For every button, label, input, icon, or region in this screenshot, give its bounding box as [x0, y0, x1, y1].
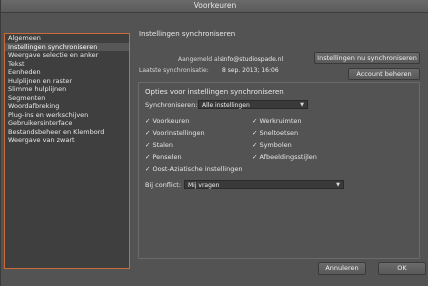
preferences-sidebar: Algemeen Instellingen synchroniseren Wee…: [4, 33, 130, 269]
conflict-select[interactable]: Mij vragen ▼: [184, 180, 344, 189]
sync-options-title: Opties voor instellingen synchroniseren: [145, 88, 284, 96]
sidebar-item-instellingen-synchroniseren[interactable]: Instellingen synchroniseren: [5, 42, 129, 51]
checkbox-penselen[interactable]: ✓ Penselen: [145, 153, 182, 161]
sync-scope-select[interactable]: Alle instellingen ▼: [198, 100, 308, 109]
checkmark-icon: ✓: [252, 141, 258, 149]
checkbox-label: Voorinstellingen: [152, 129, 205, 137]
checkbox-label: Symbolen: [259, 141, 292, 149]
section-title: Instellingen synchroniseren: [139, 30, 236, 38]
checkbox-werkruimten[interactable]: ✓ Werkruimten: [252, 117, 302, 125]
checkmark-icon: ✓: [145, 129, 151, 137]
sidebar-item-hulplijnen-raster[interactable]: Hulplijnen en raster: [5, 77, 129, 86]
conflict-value: Mij vragen: [188, 182, 220, 189]
sync-scope-value: Alle instellingen: [202, 102, 250, 109]
checkbox-oost-aziatische[interactable]: ✓ Oost-Aziatische instellingen: [145, 165, 242, 173]
sidebar-item-tekst[interactable]: Tekst: [5, 60, 129, 69]
checkbox-afbeeldingsstijlen[interactable]: ✓ Afbeeldingsstijlen: [252, 153, 317, 161]
checkmark-icon: ✓: [252, 117, 258, 125]
checkbox-label: Werkruimten: [259, 117, 302, 125]
checkmark-icon: ✓: [145, 165, 151, 173]
checkmark-icon: ✓: [252, 129, 258, 137]
sidebar-item-algemeen[interactable]: Algemeen: [5, 34, 129, 43]
checkbox-symbolen[interactable]: ✓ Symbolen: [252, 141, 292, 149]
preferences-dialog: Voorkeuren Algemeen Instellingen synchro…: [0, 0, 428, 286]
checkbox-voorkeuren[interactable]: ✓ Voorkeuren: [145, 117, 189, 125]
checkbox-sneltoetsen[interactable]: ✓ Sneltoetsen: [252, 129, 298, 137]
checkmark-icon: ✓: [145, 117, 151, 125]
checkbox-label: Sneltoetsen: [259, 129, 299, 137]
conflict-label: Bij conflict:: [145, 181, 182, 189]
cancel-button[interactable]: Annuleren: [318, 262, 366, 275]
sidebar-item-weergave-selectie[interactable]: Weergave selectie en anker: [5, 51, 129, 60]
sidebar-item-eenheden[interactable]: Eenheden: [5, 68, 129, 77]
signed-in-value: info@studiospade.nl: [222, 56, 284, 63]
sidebar-item-bestandsbeheer[interactable]: Bestandsbeheer en Klembord: [5, 128, 129, 137]
title-bar[interactable]: Voorkeuren: [1, 0, 428, 13]
window-title: Voorkeuren: [193, 1, 237, 10]
sidebar-item-plugins[interactable]: Plug-ins en werkschijven: [5, 111, 129, 120]
last-sync-value: 8 sep. 2013; 16:06: [222, 67, 279, 74]
sidebar-list: Algemeen Instellingen synchroniseren Wee…: [5, 34, 129, 145]
sidebar-item-slimme-hulplijnen[interactable]: Slimme hulplijnen: [5, 85, 129, 94]
signed-in-label: Aangemeld als:: [178, 56, 225, 63]
checkmark-icon: ✓: [145, 153, 151, 161]
ok-button[interactable]: OK: [378, 262, 426, 275]
checkmark-icon: ✓: [145, 141, 151, 149]
sidebar-item-woordafbreking[interactable]: Woordafbreking: [5, 102, 129, 111]
checkbox-stalen[interactable]: ✓ Stalen: [145, 141, 173, 149]
settings-panel: Instellingen synchroniseren Aangemeld al…: [138, 30, 428, 280]
last-sync-label: Laatste synchronisatie:: [139, 67, 209, 74]
checkbox-voorinstellingen[interactable]: ✓ Voorinstellingen: [145, 129, 205, 137]
sidebar-item-weergave-zwart[interactable]: Weergave van zwart: [5, 136, 129, 145]
chevron-down-icon: ▼: [300, 102, 304, 108]
sidebar-item-segmenten[interactable]: Segmenten: [5, 94, 129, 103]
checkbox-label: Voorkeuren: [152, 117, 190, 125]
checkbox-label: Penselen: [152, 153, 182, 161]
checkbox-label: Afbeeldingsstijlen: [259, 153, 317, 161]
checkbox-label: Stalen: [152, 141, 174, 149]
manage-account-button[interactable]: Account beheren: [348, 68, 420, 80]
sidebar-item-gebruikersinterface[interactable]: Gebruikersinterface: [5, 119, 129, 128]
sync-label: Synchroniseren:: [145, 101, 198, 109]
checkmark-icon: ✓: [252, 153, 258, 161]
sync-options-group: Opties voor instellingen synchroniseren …: [138, 82, 420, 259]
chevron-down-icon: ▼: [336, 182, 340, 188]
sync-now-button[interactable]: Instellingen nu synchroniseren: [314, 52, 420, 64]
checkbox-label: Oost-Aziatische instellingen: [152, 165, 243, 173]
